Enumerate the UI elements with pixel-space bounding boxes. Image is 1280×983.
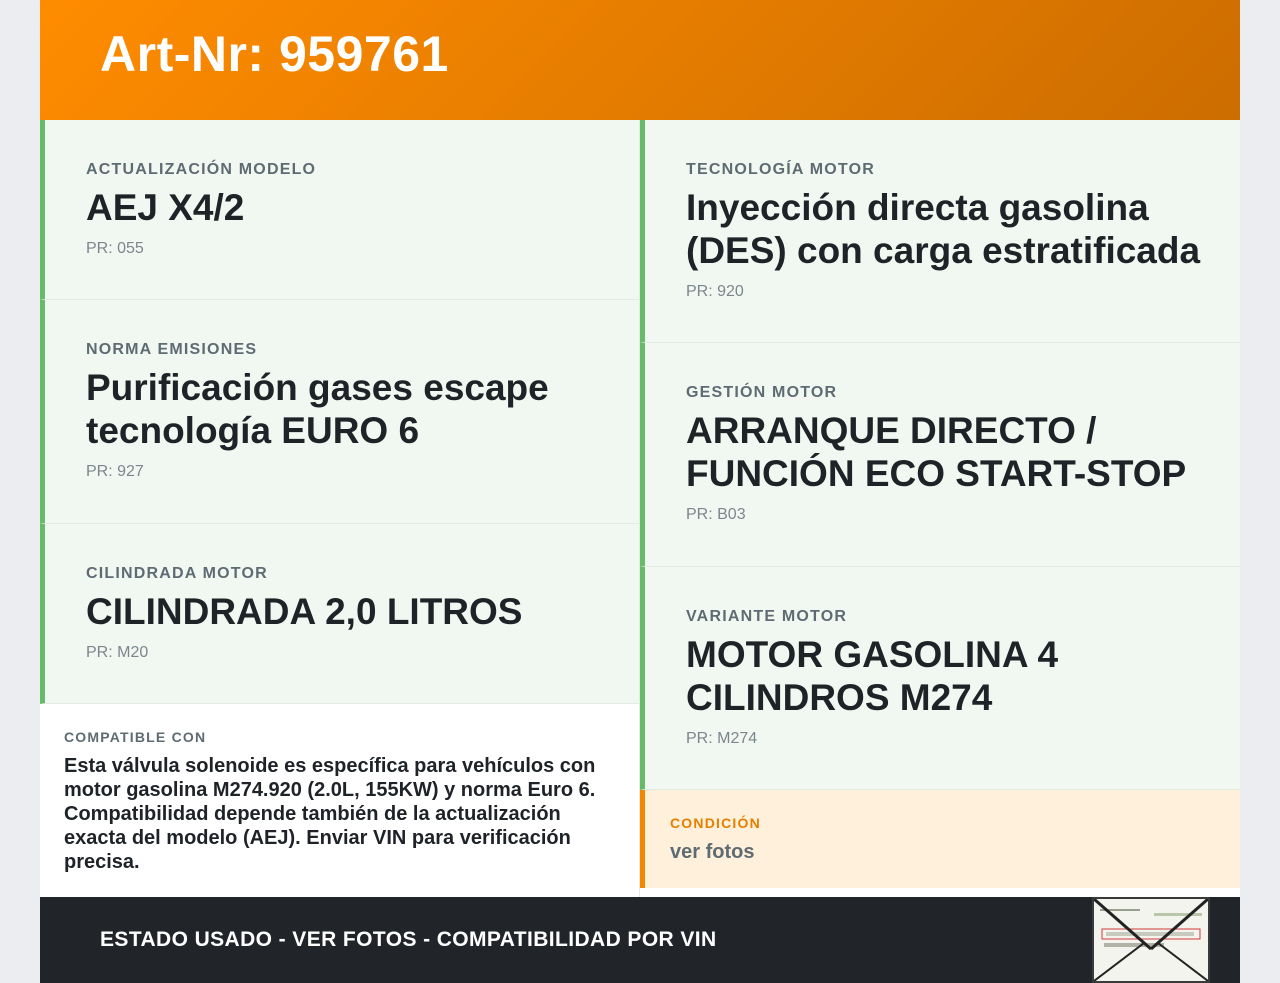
spec-pr-code: PR: 055 (86, 240, 144, 257)
spec-pr-code: PR: M274 (686, 730, 758, 747)
spec-card-emissions: NORMA EMISIONES Purificación gases escap… (40, 300, 639, 524)
spec-value: Purificación gases escape tecnología EUR… (86, 367, 549, 451)
product-label-thumbnail[interactable] (1092, 897, 1210, 983)
spec-card-engine-technology: TECNOLOGÍA MOTOR Inyección directa gasol… (640, 120, 1240, 343)
right-column: TECNOLOGÍA MOTOR Inyección directa gasol… (640, 120, 1240, 897)
spec-value: MOTOR GASOLINA 4 CILINDROS M274 (686, 634, 1059, 718)
spec-card-model-update: ACTUALIZACIÓN MODELO AEJ X4/2 PR: 055 (40, 120, 639, 300)
footer-bar: ESTADO USADO - VER FOTOS - COMPATIBILIDA… (40, 897, 1240, 983)
spec-pr-code: PR: 920 (686, 283, 744, 300)
label-photo-icon (1094, 899, 1208, 981)
header-banner: Art-Nr: 959761 (40, 0, 1240, 120)
compatibility-section: COMPATIBLE CON Esta válvula solenoide es… (40, 704, 639, 897)
footer-status-text: ESTADO USADO - VER FOTOS - COMPATIBILIDA… (100, 928, 717, 951)
spec-pr-code: PR: B03 (686, 506, 746, 523)
condition-value: ver fotos (670, 841, 755, 863)
spec-label: GESTIÓN MOTOR (686, 384, 838, 401)
condition-box: CONDICIÓN ver fotos (640, 790, 1240, 888)
spec-value: CILINDRADA 2,0 LITROS (86, 591, 523, 632)
spec-value: ARRANQUE DIRECTO / FUNCIÓN ECO START-STO… (686, 410, 1187, 494)
compatibility-text: Esta válvula solenoide es específica par… (64, 755, 596, 873)
spec-card-engine-variant: VARIANTE MOTOR MOTOR GASOLINA 4 CILINDRO… (640, 567, 1240, 790)
spec-label: CILINDRADA MOTOR (86, 565, 268, 582)
spec-card-displacement: CILINDRADA MOTOR CILINDRADA 2,0 LITROS P… (40, 524, 639, 704)
spec-grid: ACTUALIZACIÓN MODELO AEJ X4/2 PR: 055 NO… (40, 120, 1240, 897)
spec-label: TECNOLOGÍA MOTOR (686, 161, 875, 178)
page: Art-Nr: 959761 ACTUALIZACIÓN MODELO AEJ … (40, 0, 1240, 983)
spec-value: AEJ X4/2 (86, 187, 245, 228)
spec-label: NORMA EMISIONES (86, 341, 258, 358)
spec-value: Inyección directa gasolina (DES) con car… (686, 187, 1201, 271)
spec-card-engine-management: GESTIÓN MOTOR ARRANQUE DIRECTO / FUNCIÓN… (640, 343, 1240, 567)
spec-pr-code: PR: M20 (86, 644, 149, 661)
compatibility-label: COMPATIBLE CON (64, 729, 207, 745)
spec-label: VARIANTE MOTOR (686, 608, 848, 625)
spec-pr-code: PR: 927 (86, 463, 144, 480)
left-column: ACTUALIZACIÓN MODELO AEJ X4/2 PR: 055 NO… (40, 120, 640, 897)
article-number-title: Art-Nr: 959761 (100, 26, 449, 82)
spec-label: ACTUALIZACIÓN MODELO (86, 161, 317, 178)
condition-label: CONDICIÓN (670, 815, 761, 831)
